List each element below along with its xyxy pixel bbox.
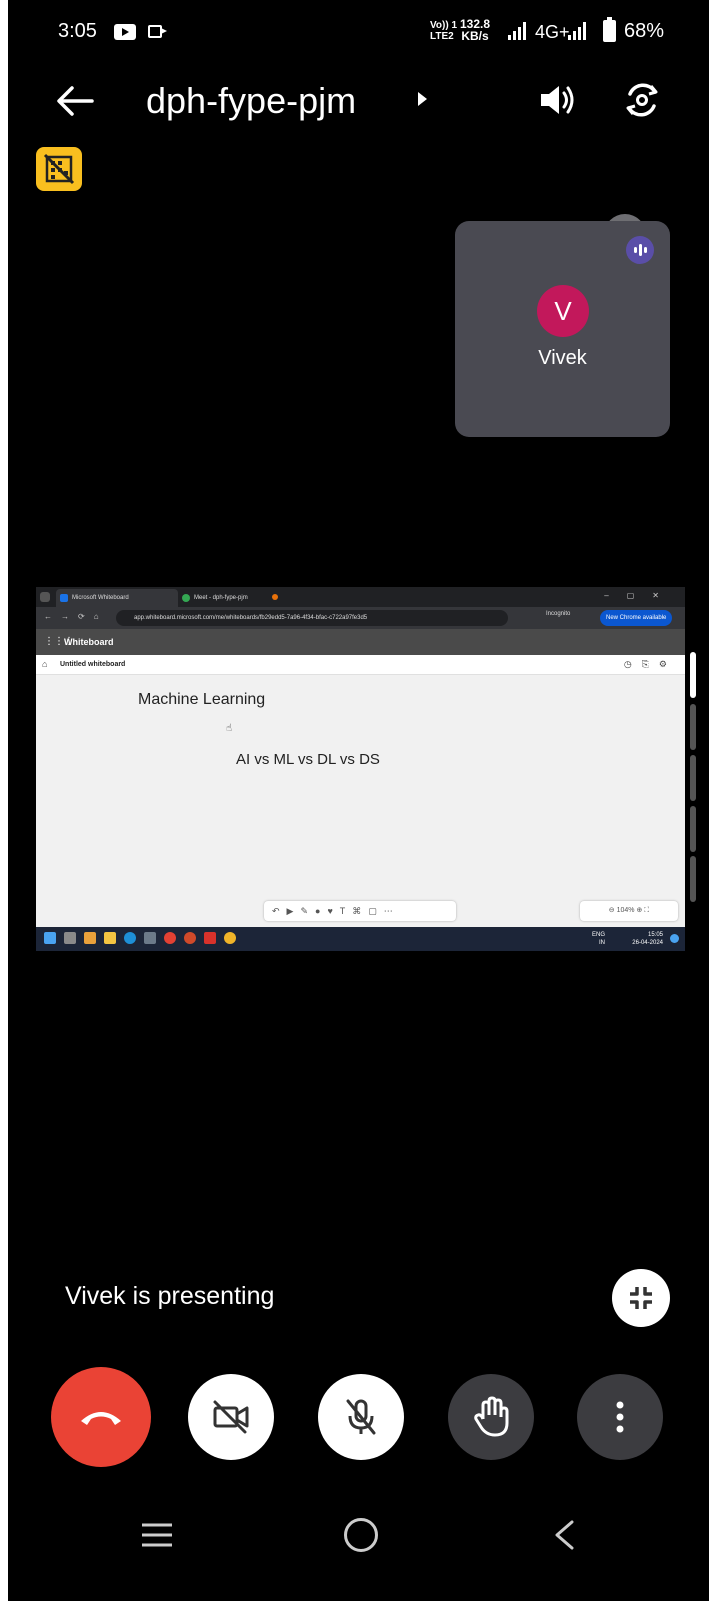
url-field: app.whiteboard.microsoft.com/me/whiteboa… bbox=[116, 610, 508, 626]
system-nav-bar bbox=[8, 1500, 709, 1570]
more-vertical-icon bbox=[616, 1401, 624, 1433]
status-time: 3:05 bbox=[58, 20, 97, 42]
browser-address-bar: ←→⟳⌂ app.whiteboard.microsoft.com/me/whi… bbox=[36, 607, 685, 629]
edge-icon bbox=[124, 932, 136, 944]
notification-icon bbox=[670, 934, 679, 943]
no-camera-badge[interactable] bbox=[36, 147, 82, 191]
switch-camera-icon[interactable] bbox=[622, 80, 662, 120]
home-button-icon[interactable] bbox=[344, 1518, 378, 1552]
whiteboard-app-bar: ⋮⋮⋮ Whiteboard bbox=[36, 629, 685, 655]
camera-notification-icon bbox=[148, 25, 167, 38]
meet-favicon-icon bbox=[182, 594, 190, 602]
app-icon-1 bbox=[84, 932, 96, 944]
mic-toggle-button[interactable] bbox=[318, 1374, 404, 1460]
tab-search-icon bbox=[40, 592, 50, 602]
file-explorer-icon bbox=[104, 932, 116, 944]
windows-taskbar: ENG IN 15:05 26-04-2024 bbox=[36, 927, 685, 951]
signal-strength-icon-2 bbox=[568, 22, 586, 40]
page-indicator bbox=[690, 806, 696, 852]
app-name: Whiteboard bbox=[64, 637, 114, 647]
back-arrow-icon[interactable] bbox=[54, 84, 94, 118]
page-indicator bbox=[690, 856, 696, 902]
mic-off-icon bbox=[346, 1399, 376, 1435]
speaker-icon[interactable] bbox=[538, 82, 576, 118]
chrome-icon bbox=[164, 932, 176, 944]
browser-nav-icons: ←→⟳⌂ bbox=[44, 612, 108, 621]
taskbar-apps bbox=[44, 932, 236, 944]
doc-name: Untitled whiteboard bbox=[60, 661, 126, 668]
battery-percent: 68% bbox=[624, 20, 665, 42]
windows-start-icon bbox=[44, 932, 56, 944]
task-view-icon bbox=[64, 932, 76, 944]
app-icon-2 bbox=[144, 932, 156, 944]
network-speed: 132.8 KB/s bbox=[460, 17, 491, 43]
audio-level-icon bbox=[626, 236, 654, 264]
canvas-text-machine-learning: Machine Learning bbox=[138, 691, 266, 708]
window-controls: –▢✕ bbox=[604, 591, 677, 600]
meeting-code[interactable]: dph-fype-pjm bbox=[146, 80, 356, 122]
zoom-out-icon: ⊖ bbox=[608, 907, 617, 914]
home-icon: ⌂ bbox=[42, 659, 48, 669]
meeting-header: dph-fype-pjm bbox=[8, 70, 709, 130]
camera-off-icon bbox=[213, 1400, 249, 1434]
zoom-level: 104% bbox=[616, 907, 635, 914]
acrobat-icon bbox=[204, 932, 216, 944]
hand-icon bbox=[474, 1396, 509, 1437]
page-indicator-active bbox=[690, 652, 696, 698]
participant-tile[interactable]: V Vivek bbox=[455, 221, 670, 437]
caret-right-icon[interactable] bbox=[418, 92, 427, 106]
app-icon-3 bbox=[184, 932, 196, 944]
chrome-canary-icon bbox=[224, 932, 236, 944]
meeting-stage: V Vivek Microsoft Whiteboard Meet - dph-… bbox=[36, 200, 685, 1338]
page-indicator bbox=[690, 755, 696, 801]
more-options-button[interactable] bbox=[577, 1374, 663, 1460]
raise-hand-button[interactable] bbox=[448, 1374, 534, 1460]
hang-up-icon bbox=[81, 1412, 121, 1425]
network-type: 4G+ bbox=[535, 22, 570, 42]
volte-indicator: Vo)) 1 LTE2 bbox=[430, 20, 458, 42]
building-off-icon bbox=[43, 153, 75, 185]
zoom-control: ⊖ 104% ⊕ ⛶ bbox=[580, 901, 678, 921]
doc-toolbar-icons: ◷⎘⚙ bbox=[623, 659, 677, 669]
collapse-icon bbox=[630, 1287, 652, 1309]
new-chrome-badge: New Chrome available bbox=[600, 610, 673, 626]
language-indicator: ENG IN bbox=[591, 932, 605, 946]
shared-screen: Microsoft Whiteboard Meet - dph-fype-pjm… bbox=[36, 587, 685, 951]
whiteboard-canvas: Machine Learning ☝ AI vs ML vs DL vs DS … bbox=[36, 675, 685, 927]
recording-dot-icon bbox=[272, 594, 278, 600]
whiteboard-tool-palette: ↶▶✎●♥T⌘▢⋯ bbox=[264, 901, 456, 921]
incognito-label: Incognito bbox=[546, 611, 571, 617]
minimize-button[interactable] bbox=[612, 1269, 670, 1327]
tab-whiteboard: Microsoft Whiteboard bbox=[56, 589, 178, 607]
presenting-label: Vivek is presenting bbox=[65, 1282, 275, 1310]
canvas-text-comparison: AI vs ML vs DL vs DS bbox=[236, 751, 380, 768]
whiteboard-doc-bar: ⌂ Untitled whiteboard ◷⎘⚙ bbox=[36, 655, 685, 675]
youtube-notification-icon bbox=[114, 24, 136, 40]
system-back-icon[interactable] bbox=[553, 1520, 575, 1550]
phone-screen: 3:05 Vo)) 1 LTE2 132.8 KB/s 4G+ 68% dph-… bbox=[8, 0, 709, 1601]
page-indicator bbox=[690, 704, 696, 750]
signal-strength-icon bbox=[508, 22, 526, 40]
browser-tab-strip: Microsoft Whiteboard Meet - dph-fype-pjm… bbox=[36, 587, 685, 607]
whiteboard-favicon-icon bbox=[60, 594, 68, 602]
battery-icon bbox=[603, 17, 616, 42]
status-bar: 3:05 Vo)) 1 LTE2 132.8 KB/s 4G+ 68% bbox=[8, 14, 709, 50]
hand-cursor-icon: ☝ bbox=[226, 723, 233, 734]
participant-name: Vivek bbox=[538, 347, 587, 369]
recents-icon[interactable] bbox=[140, 1522, 174, 1548]
zoom-in-icon: ⊕ ⛶ bbox=[636, 907, 650, 914]
avatar: V bbox=[537, 285, 589, 337]
taskbar-clock: 15:05 26-04-2024 bbox=[632, 932, 663, 946]
end-call-button[interactable] bbox=[51, 1367, 151, 1467]
camera-toggle-button[interactable] bbox=[188, 1374, 274, 1460]
